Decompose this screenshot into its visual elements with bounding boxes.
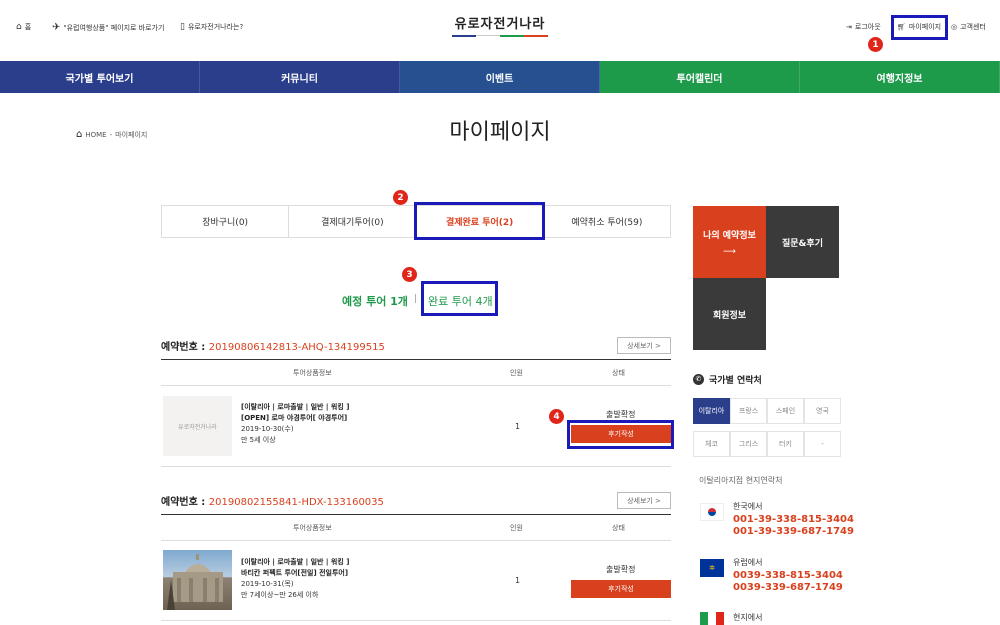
korea-flag-icon	[700, 503, 724, 521]
eu-flag-icon: ✲	[700, 559, 724, 577]
country-tab-empty: -	[804, 431, 841, 457]
tab-cancelled[interactable]: 예약취소 투어(59)	[544, 206, 670, 237]
review-button[interactable]: 후기작성	[571, 580, 671, 598]
nav-events[interactable]: 이벤트	[400, 61, 600, 93]
country-tab-greece[interactable]: 그리스	[730, 431, 767, 457]
home-link[interactable]: ⌂ 홈	[16, 22, 31, 32]
country-tab-france[interactable]: 프랑스	[730, 398, 767, 424]
page-title: 마이페이지	[449, 120, 551, 145]
tour-date: 2019-10-30(수)	[241, 425, 294, 433]
korea-number-2: 001-39-339-687-1749	[733, 526, 854, 537]
detail-button[interactable]: 상세보기 >	[617, 492, 671, 509]
nav-community[interactable]: 커뮤니티	[200, 61, 400, 93]
header-status: 상태	[612, 524, 625, 532]
packages-link[interactable]: ✈ "유럽여행상품" 페이지로 바로가기	[52, 22, 164, 33]
tour-date: 2019-10-31(목)	[241, 580, 294, 588]
country-tab-italy[interactable]: 이탈리아	[693, 398, 730, 424]
phone-icon: ✆	[693, 374, 704, 385]
korea-label: 한국에서	[733, 502, 763, 511]
tour-title[interactable]: 바티칸 퍼펙트 투어[전일] 전일투어]	[241, 568, 349, 579]
breadcrumb: ⌂ HOME - 마이페이지	[76, 129, 148, 140]
vatican-photo-icon	[167, 554, 223, 610]
annotation-badge-2: 2	[393, 190, 408, 205]
people-count: 1	[515, 422, 521, 431]
logout-link[interactable]: ⇥ 로그아웃	[846, 22, 881, 32]
support-link[interactable]: ◎ 고객센터	[951, 22, 986, 32]
tour-tags: [이탈리아 | 로마출발 | 일반 | 워킹 ]	[241, 558, 350, 566]
header-people: 인원	[510, 369, 523, 377]
nav-travel-info[interactable]: 여행지정보	[800, 61, 1000, 93]
home-icon: ⌂	[16, 22, 22, 32]
logo-tricolor	[452, 35, 548, 37]
status-text: 출발확정	[606, 565, 636, 574]
side-my-reservations[interactable]: 나의 예약정보 ⟶	[693, 206, 766, 278]
people-count: 1	[515, 576, 521, 585]
europe-number-2: 0039-339-687-1749	[733, 582, 843, 593]
annotation-badge-4: 4	[549, 409, 564, 424]
local-label: 현지에서	[733, 613, 763, 622]
top-bar: ⌂ 홈 ✈ "유럽여행상품" 페이지로 바로가기 ▯ 유로자전거나라는? 유로자…	[0, 0, 1000, 60]
home-icon: ⌂	[76, 129, 83, 140]
annotation-badge-1: 1	[868, 37, 883, 52]
tour-tags: [이탈리아 | 로마출발 | 일반 | 워킹 ]	[241, 403, 350, 411]
breadcrumb-home[interactable]: HOME	[85, 131, 106, 139]
completed-highlight	[421, 281, 498, 316]
logout-icon: ⇥	[846, 23, 852, 31]
tour-age: 만 5세 이상	[241, 436, 276, 444]
side-qna[interactable]: 질문&후기	[766, 206, 839, 278]
book-icon: ▯	[180, 22, 185, 32]
booking-number: 예약번호 : 20190802155841-HDX-133160035	[161, 497, 384, 508]
subtab-upcoming[interactable]: 예정 투어 1개	[342, 293, 408, 309]
header-product: 투어상품정보	[293, 369, 332, 377]
tour-thumbnail[interactable]	[163, 550, 232, 610]
nav-country-tours[interactable]: 국가별 투어보기	[0, 61, 200, 93]
italy-flag-icon	[700, 612, 724, 625]
main-nav: 국가별 투어보기 커뮤니티 이벤트 투어캘린더 여행지정보	[0, 61, 1000, 93]
tab-cart[interactable]: 장바구니(0)	[162, 206, 290, 237]
contacts-title: ✆ 국가별 연락처	[693, 373, 762, 386]
headset-icon: ◎	[951, 23, 958, 31]
status-text: 출발확정	[606, 410, 636, 419]
paid-tab-highlight	[414, 202, 545, 240]
europe-label: 유럽에서	[733, 558, 763, 567]
country-tab-turkey[interactable]: 터키	[767, 431, 804, 457]
header-status: 상태	[612, 369, 625, 377]
site-logo[interactable]: 유로자전거나라	[452, 13, 548, 37]
branch-title: 이탈리아지점 현지연락처	[699, 476, 783, 485]
header-people: 인원	[510, 524, 523, 532]
mypage-highlight	[891, 15, 948, 40]
side-member-info[interactable]: 회원정보	[693, 278, 766, 350]
europe-number-1: 0039-338-815-3404	[733, 570, 843, 581]
detail-button[interactable]: 상세보기 >	[617, 337, 671, 354]
country-tab-uk[interactable]: 영국	[804, 398, 841, 424]
tour-info: [이탈리아 | 로마출발 | 일반 | 워킹 ] [OPEN] 로마 야경투어[…	[241, 402, 349, 446]
header-product: 투어상품정보	[293, 524, 332, 532]
airplane-icon: ✈	[52, 22, 61, 33]
tour-title[interactable]: [OPEN] 로마 야경투어[ 야경투어]	[241, 413, 349, 424]
about-link[interactable]: ▯ 유로자전거나라는?	[180, 22, 243, 32]
booking-number: 예약번호 : 20190806142813-AHQ-134199515	[161, 342, 385, 353]
annotation-badge-3: 3	[402, 267, 417, 282]
tour-age: 만 7세이상~만 26세 이하	[241, 591, 319, 599]
country-tab-czech[interactable]: 체코	[693, 431, 730, 457]
tour-info: [이탈리아 | 로마출발 | 일반 | 워킹 ] 바티칸 퍼펙트 투어[전일] …	[241, 557, 349, 601]
arrow-right-icon: ⟶	[723, 246, 736, 257]
country-tab-spain[interactable]: 스페인	[767, 398, 804, 424]
tab-pending-payment[interactable]: 결제대기투어(0)	[289, 206, 417, 237]
review-highlight	[567, 420, 674, 449]
nav-tour-calendar[interactable]: 투어캘린더	[600, 61, 800, 93]
korea-number-1: 001-39-338-815-3404	[733, 514, 854, 525]
breadcrumb-current: 마이페이지	[115, 130, 148, 139]
tour-thumbnail[interactable]: 유로자전거나라	[163, 396, 232, 456]
